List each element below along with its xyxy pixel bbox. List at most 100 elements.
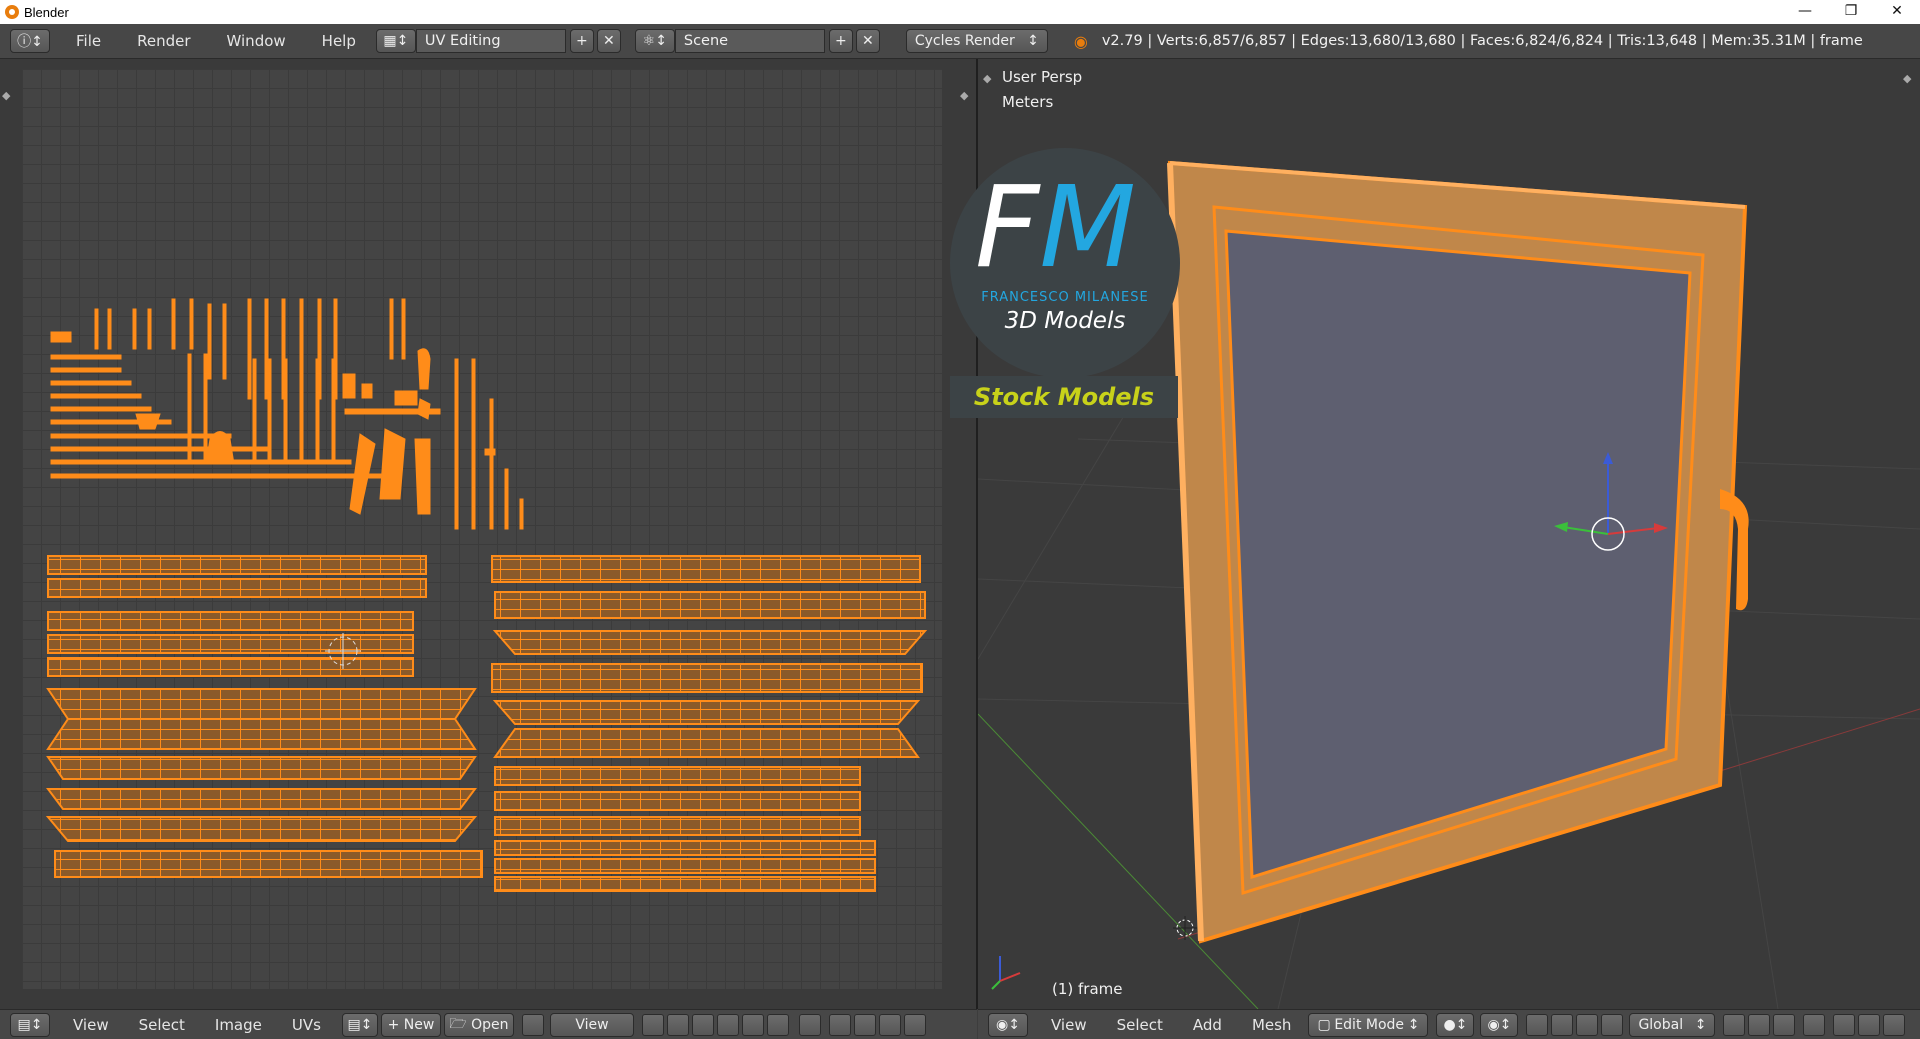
viewport-menu-select[interactable]: Select bbox=[1106, 1016, 1174, 1034]
uv-small-islands bbox=[50, 298, 524, 530]
layer-1-icon[interactable] bbox=[1723, 1013, 1746, 1036]
sticky-selection-icon[interactable] bbox=[798, 1013, 821, 1036]
dropdown-arrows-icon: ↕ bbox=[1694, 1016, 1707, 1033]
new-image-button[interactable]: + New bbox=[380, 1012, 441, 1037]
toolshelf-toggle-icon[interactable]: ◆ bbox=[2, 89, 10, 102]
image-editor-icon: ▤↕ bbox=[17, 1016, 43, 1033]
info-header: ⓘ↕ File Render Window Help ▦↕ UV Editing… bbox=[0, 24, 1920, 59]
scale-manipulator-icon[interactable] bbox=[1601, 1013, 1624, 1036]
menu-help[interactable]: Help bbox=[310, 32, 368, 50]
render-engine-dropdown[interactable]: Cycles Render ↕ bbox=[905, 29, 1048, 53]
add-screen-button[interactable]: + bbox=[569, 29, 594, 53]
viewport-menu-view[interactable]: View bbox=[1040, 1016, 1098, 1034]
window-title: Blender bbox=[24, 4, 69, 20]
plus-icon: + bbox=[835, 33, 847, 49]
screen-layout-name: UV Editing bbox=[424, 33, 501, 49]
uv-frame-strips bbox=[45, 555, 928, 892]
uv-editor-header: ▤↕ View Select Image UVs ▤↕ + New 🗁 Open… bbox=[0, 1009, 977, 1039]
open-image-button[interactable]: 🗁 Open bbox=[443, 1012, 514, 1037]
manipulator-toggle-icon[interactable] bbox=[1526, 1013, 1549, 1036]
snap-target-icon[interactable] bbox=[878, 1013, 901, 1036]
image-mode-dropdown[interactable]: View bbox=[549, 1012, 634, 1037]
open-image-label: Open bbox=[471, 1016, 509, 1033]
viewport-shading-dropdown[interactable]: ●↕ bbox=[1436, 1012, 1475, 1037]
units-label: Meters bbox=[1002, 93, 1054, 111]
edit-mode-icon: ▢ bbox=[1317, 1016, 1331, 1033]
transform-orientation-dropdown[interactable]: Global ↕ bbox=[1629, 1012, 1716, 1037]
watermark-logo: FM bbox=[975, 172, 1136, 284]
scene-name: Scene bbox=[683, 33, 729, 49]
screen-layout-field[interactable]: UV Editing bbox=[415, 29, 566, 53]
picture-frame-mesh[interactable] bbox=[1167, 160, 1749, 944]
close-icon: ✕ bbox=[603, 33, 615, 49]
close-icon[interactable]: ✕ bbox=[1874, 0, 1920, 22]
uv-menu-select[interactable]: Select bbox=[128, 1016, 196, 1034]
window-titlebar: Blender — ❐ ✕ bbox=[0, 0, 1920, 24]
editor-type-info-button[interactable]: ⓘ↕ bbox=[10, 29, 50, 53]
layer-3-icon[interactable] bbox=[1773, 1013, 1796, 1036]
menu-render[interactable]: Render bbox=[125, 32, 202, 50]
menu-file[interactable]: File bbox=[64, 32, 113, 50]
uv-menu-image[interactable]: Image bbox=[204, 1016, 273, 1034]
uv-menu-uvs[interactable]: UVs bbox=[281, 1016, 332, 1034]
solid-shading-icon: ●↕ bbox=[1443, 1016, 1468, 1033]
layer-2-icon[interactable] bbox=[1748, 1013, 1771, 1036]
watermark-author-name: FRANCESCO MILANESE bbox=[981, 290, 1149, 305]
minimize-icon[interactable]: — bbox=[1782, 0, 1828, 22]
menu-window[interactable]: Window bbox=[215, 32, 298, 50]
uv-islands[interactable] bbox=[0, 59, 977, 1009]
add-scene-button[interactable]: + bbox=[828, 29, 853, 53]
image-browse-icon: ▤↕ bbox=[347, 1016, 373, 1033]
active-object-label: (1) frame bbox=[1052, 980, 1123, 998]
translate-manipulator-icon[interactable] bbox=[1551, 1013, 1574, 1036]
proportional-edit-icon[interactable] bbox=[828, 1013, 851, 1036]
rotate-manipulator-icon[interactable] bbox=[1576, 1013, 1599, 1036]
viewport-header: ◉↕ View Select Add Mesh ▢ Edit Mode ↕ ●↕… bbox=[978, 1009, 1920, 1039]
properties-toggle-icon[interactable]: ◆ bbox=[1903, 72, 1911, 85]
snap-icon[interactable] bbox=[1858, 1013, 1881, 1036]
view-name-label: User Persp bbox=[1002, 68, 1083, 86]
occlude-geometry-icon[interactable] bbox=[1803, 1013, 1826, 1036]
display-channels-icon[interactable] bbox=[903, 1013, 926, 1036]
uv-image-editor[interactable]: ◆ ◆ bbox=[0, 59, 977, 1009]
viewport-menu-add[interactable]: Add bbox=[1182, 1016, 1233, 1034]
blender-logo-icon bbox=[5, 5, 19, 19]
mode-label: Edit Mode bbox=[1334, 1016, 1405, 1033]
island-select-icon[interactable] bbox=[766, 1013, 789, 1036]
edge-select-icon[interactable] bbox=[716, 1013, 739, 1036]
vertex-select-icon[interactable] bbox=[691, 1013, 714, 1036]
folder-icon: 🗁 bbox=[449, 1015, 472, 1032]
uv-menu-view[interactable]: View bbox=[62, 1016, 120, 1034]
remove-screen-button[interactable]: ✕ bbox=[596, 29, 621, 53]
toolshelf-toggle-icon[interactable]: ◆ bbox=[983, 72, 991, 85]
remove-scene-button[interactable]: ✕ bbox=[855, 29, 880, 53]
face-select-icon[interactable] bbox=[741, 1013, 764, 1036]
editor-type-button[interactable]: ▤↕ bbox=[10, 1012, 50, 1037]
orientation-label: Global bbox=[1638, 1016, 1684, 1033]
scene-icon: ⚛↕ bbox=[642, 33, 668, 49]
info-icon: ⓘ↕ bbox=[17, 34, 43, 50]
blender-icon: ◉ bbox=[1073, 31, 1088, 51]
properties-toggle-icon[interactable]: ◆ bbox=[960, 89, 968, 102]
layout-grid-icon: ▦↕ bbox=[383, 33, 409, 49]
mode-dropdown[interactable]: ▢ Edit Mode ↕ bbox=[1308, 1012, 1429, 1037]
restore-icon[interactable]: ❐ bbox=[1828, 0, 1874, 22]
pivot-icon[interactable] bbox=[641, 1013, 664, 1036]
pivot-icon: ◉↕ bbox=[1487, 1016, 1512, 1033]
sync-selection-icon[interactable] bbox=[666, 1013, 689, 1036]
viewport-menu-mesh[interactable]: Mesh bbox=[1241, 1016, 1303, 1034]
dropdown-arrows-icon: ↕ bbox=[1027, 33, 1039, 49]
screen-layout-selector-button[interactable]: ▦↕ bbox=[375, 29, 416, 53]
3d-cursor-icon[interactable] bbox=[1173, 916, 1197, 940]
pin-image-icon[interactable] bbox=[521, 1013, 544, 1036]
viewport-editor-type-button[interactable]: ◉↕ bbox=[988, 1012, 1028, 1037]
scene-field[interactable]: Scene bbox=[674, 29, 825, 53]
pivot-point-dropdown[interactable]: ◉↕ bbox=[1480, 1012, 1519, 1037]
scene-selector-button[interactable]: ⚛↕ bbox=[634, 29, 675, 53]
image-browse-button[interactable]: ▤↕ bbox=[341, 1012, 378, 1037]
plus-icon: + bbox=[387, 1016, 404, 1033]
logo-letter-m: M bbox=[1039, 163, 1137, 293]
proportional-edit-icon[interactable] bbox=[1833, 1013, 1856, 1036]
snap-icon[interactable] bbox=[853, 1013, 876, 1036]
snap-element-icon[interactable] bbox=[1883, 1013, 1906, 1036]
